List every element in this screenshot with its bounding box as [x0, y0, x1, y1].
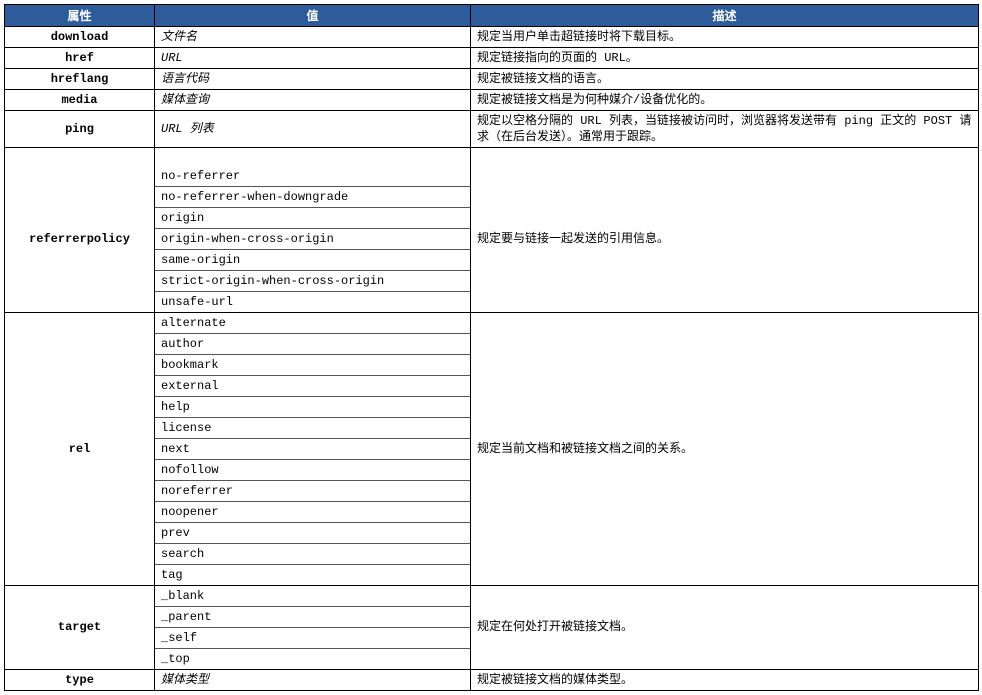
table-row: media 媒体查询 规定被链接文档是为何种媒介/设备优化的。	[5, 90, 979, 111]
value-cell: URL 列表	[155, 111, 471, 148]
attr-referrerpolicy-label: referrerpolicy	[5, 166, 155, 313]
value-cell	[155, 148, 471, 166]
value-cell: 语言代码	[155, 69, 471, 90]
value-option: next	[155, 438, 470, 459]
table-row: download 文件名 规定当用户单击超链接时将下载目标。	[5, 27, 979, 48]
value-option: noreferrer	[155, 480, 470, 501]
value-option: _top	[155, 648, 470, 669]
value-list: _blank _parent _self _top	[155, 585, 471, 669]
value-option: _blank	[155, 586, 470, 607]
value-option: origin-when-cross-origin	[155, 228, 470, 249]
value-inner-table: _blank _parent _self _top	[155, 586, 470, 669]
value-cell: 媒体类型	[155, 669, 471, 690]
table-row: type 媒体类型 规定被链接文档的媒体类型。	[5, 669, 979, 690]
value-option: same-origin	[155, 249, 470, 270]
value-option: bookmark	[155, 354, 470, 375]
value-option: tag	[155, 564, 470, 585]
desc-target: 规定在何处打开被链接文档。	[471, 585, 979, 669]
value-cell: 媒体查询	[155, 90, 471, 111]
table-row	[5, 148, 979, 166]
value-inner-table: no-referrer no-referrer-when-downgrade o…	[155, 166, 470, 312]
value-option: no-referrer-when-downgrade	[155, 186, 470, 207]
desc-cell: 规定被链接文档的语言。	[471, 69, 979, 90]
table-row: ping URL 列表 规定以空格分隔的 URL 列表，当链接被访问时，浏览器将…	[5, 111, 979, 148]
desc-cell: 规定以空格分隔的 URL 列表，当链接被访问时，浏览器将发送带有 ping 正文…	[471, 111, 979, 148]
value-option: origin	[155, 207, 470, 228]
value-option: no-referrer	[155, 166, 470, 187]
attr-media: media	[5, 90, 155, 111]
attr-type: type	[5, 669, 155, 690]
attributes-table: 属性 值 描述 download 文件名 规定当用户单击超链接时将下载目标。 h…	[4, 4, 979, 691]
desc-rel: 规定当前文档和被链接文档之间的关系。	[471, 312, 979, 585]
attr-download: download	[5, 27, 155, 48]
value-option: license	[155, 417, 470, 438]
desc-cell: 规定被链接文档是为何种媒介/设备优化的。	[471, 90, 979, 111]
value-option: unsafe-url	[155, 291, 470, 312]
table-row: target _blank _parent _self _top 规定在何处打开…	[5, 585, 979, 669]
attr-referrerpolicy	[5, 148, 155, 166]
desc-cell: 规定被链接文档的媒体类型。	[471, 669, 979, 690]
desc-cell: 规定链接指向的页面的 URL。	[471, 48, 979, 69]
value-option: author	[155, 333, 470, 354]
attr-rel: rel	[5, 312, 155, 585]
header-value: 值	[155, 5, 471, 27]
value-inner-table: alternate author bookmark external help …	[155, 313, 470, 585]
desc-cell	[471, 148, 979, 166]
attr-target: target	[5, 585, 155, 669]
desc-referrerpolicy: 规定要与链接一起发送的引用信息。	[471, 166, 979, 313]
desc-cell: 规定当用户单击超链接时将下载目标。	[471, 27, 979, 48]
value-list: no-referrer no-referrer-when-downgrade o…	[155, 166, 471, 313]
value-option: strict-origin-when-cross-origin	[155, 270, 470, 291]
header-row: 属性 值 描述	[5, 5, 979, 27]
value-option: nofollow	[155, 459, 470, 480]
attr-ping: ping	[5, 111, 155, 148]
value-cell: 文件名	[155, 27, 471, 48]
table-row: rel alternate author bookmark external h…	[5, 312, 979, 585]
value-list: alternate author bookmark external help …	[155, 312, 471, 585]
value-option: help	[155, 396, 470, 417]
attr-href: href	[5, 48, 155, 69]
header-desc: 描述	[471, 5, 979, 27]
value-option: alternate	[155, 313, 470, 334]
header-attr: 属性	[5, 5, 155, 27]
table-row: href URL 规定链接指向的页面的 URL。	[5, 48, 979, 69]
value-option: _parent	[155, 606, 470, 627]
value-option: noopener	[155, 501, 470, 522]
value-option: prev	[155, 522, 470, 543]
value-cell: URL	[155, 48, 471, 69]
value-option: external	[155, 375, 470, 396]
table-row: referrerpolicy no-referrer no-referrer-w…	[5, 166, 979, 313]
table-row: hreflang 语言代码 规定被链接文档的语言。	[5, 69, 979, 90]
attr-hreflang: hreflang	[5, 69, 155, 90]
value-option: search	[155, 543, 470, 564]
